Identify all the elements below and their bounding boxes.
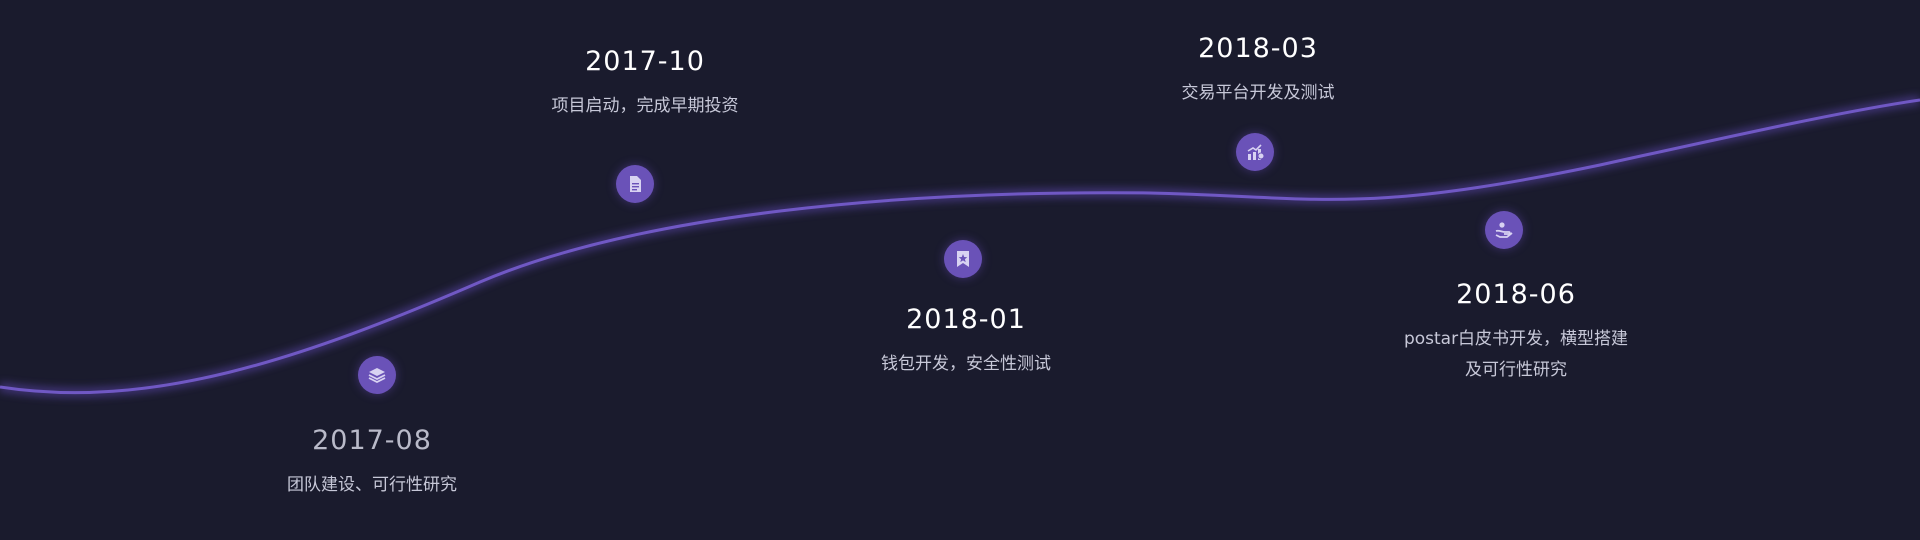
milestone-2018-03: 2018-03 交易平台开发及测试 xyxy=(1098,32,1418,109)
milestone-description-line: postar白皮书开发，横型搭建 xyxy=(1403,329,1629,349)
hand-coin-icon xyxy=(1485,211,1523,249)
chart-growth-icon xyxy=(1236,133,1274,171)
milestone-description-line: 及可行性研究 xyxy=(1465,360,1567,380)
milestone-2017-08: 2017-08 团队建设、可行性研究 xyxy=(212,424,532,501)
milestone-date: 2018-06 xyxy=(1456,279,1576,310)
milestone-description: postar白皮书开发，横型搭建 及可行性研究 xyxy=(1356,324,1676,386)
milestone-date: 2018-01 xyxy=(906,304,1026,335)
roadmap-timeline: 2017-08 团队建设、可行性研究 2017-10 项目启动，完成早期投资 2… xyxy=(0,0,1920,540)
milestone-2018-06: 2018-06 postar白皮书开发，横型搭建 及可行性研究 xyxy=(1356,278,1676,386)
milestone-2018-01: 2018-01 钱包开发，安全性测试 xyxy=(806,303,1126,380)
milestone-date: 2017-08 xyxy=(312,425,432,456)
bookmark-star-icon xyxy=(944,240,982,278)
milestone-description: 钱包开发，安全性测试 xyxy=(881,354,1051,374)
document-icon xyxy=(616,165,654,203)
milestone-2017-10: 2017-10 项目启动，完成早期投资 xyxy=(485,45,805,122)
milestone-description: 项目启动，完成早期投资 xyxy=(551,96,739,116)
milestone-date: 2017-10 xyxy=(585,46,705,77)
milestone-description: 交易平台开发及测试 xyxy=(1181,83,1335,103)
milestone-description: 团队建设、可行性研究 xyxy=(287,475,457,495)
layers-icon xyxy=(358,356,396,394)
milestone-date: 2018-03 xyxy=(1198,33,1318,64)
